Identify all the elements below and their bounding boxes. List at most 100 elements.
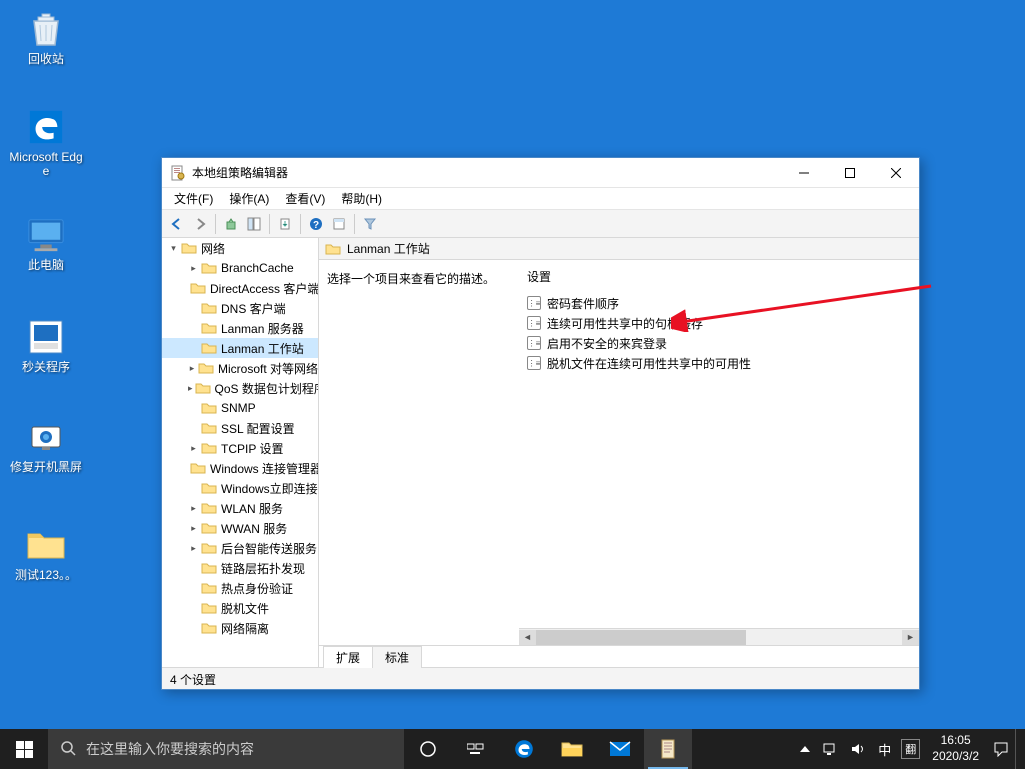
help-button[interactable]: ? [305,213,327,235]
folder-icon [201,601,217,615]
task-view-button[interactable] [452,729,500,769]
up-button[interactable] [220,213,242,235]
computer-icon [25,214,67,256]
tree-node-label: Windows 连接管理器 [210,460,319,477]
ime-mode[interactable]: 翻 [901,739,920,759]
taskbar-buttons [404,729,692,769]
desktop-icon-test-folder[interactable]: 测试123。。 [8,524,84,582]
setting-item[interactable]: ⋮≡启用不安全的来宾登录 [523,333,915,353]
expand-icon[interactable]: ▸ [188,543,199,554]
expand-icon[interactable]: ▸ [188,383,193,394]
desktop-icon-label: 此电脑 [8,258,84,272]
search-box[interactable]: 在这里输入你要搜索的内容 [48,729,404,769]
tree-node[interactable]: SSL 配置设置 [162,418,318,438]
taskbar-app-mail[interactable] [596,729,644,769]
tree-node[interactable]: ▸后台智能传送服务 [162,538,318,558]
tab-standard[interactable]: 标准 [372,646,422,668]
menu-action[interactable]: 操作(A) [221,188,277,209]
minimize-button[interactable] [781,158,827,187]
taskbar-app-gpedit[interactable] [644,729,692,769]
folder-icon [190,281,206,295]
folder-icon [201,421,217,435]
taskbar-app-explorer[interactable] [548,729,596,769]
setting-item[interactable]: ⋮≡密码套件顺序 [523,293,915,313]
tree-node[interactable]: ▸ Microsoft 对等网络 [162,358,318,378]
folder-icon [201,581,217,595]
tree-node[interactable]: DNS 客户端 [162,298,318,318]
desktop-icon-sec-shutdown[interactable]: 秒关程序 [8,316,84,374]
tray-overflow-button[interactable] [794,729,816,769]
expand-icon[interactable]: ▸ [188,363,196,374]
expand-icon[interactable]: ▸ [188,503,199,514]
close-button[interactable] [873,158,919,187]
action-center-icon[interactable] [987,729,1015,769]
scroll-right-arrow-icon[interactable]: ► [902,630,919,645]
start-button[interactable] [0,729,48,769]
show-desktop-button[interactable] [1015,729,1021,769]
desktop-icon-repair-boot[interactable]: 修复开机黑屏 [8,416,84,474]
network-icon[interactable] [816,729,844,769]
tree-node[interactable]: 链路层拓扑发现 [162,558,318,578]
folder-icon [201,301,217,315]
setting-item[interactable]: ⋮≡连续可用性共享中的句柄缓存 [523,313,915,333]
policy-icon: ⋮≡ [527,336,541,350]
clock[interactable]: 16:05 2020/3/2 [924,733,987,764]
tree-node[interactable]: 脱机文件 [162,598,318,618]
toolbar-separator [300,214,301,234]
tree-node[interactable]: Lanman 工作站 [162,338,318,358]
tab-expand[interactable]: 扩展 [323,646,373,668]
tree-node[interactable]: Windows立即连接 [162,478,318,498]
tree-node-label: BranchCache [221,261,294,275]
tree-node-root[interactable]: ▾网络 [162,238,318,258]
folder-icon [201,561,217,575]
svg-text:?: ? [313,220,319,231]
expand-icon[interactable]: ▸ [188,523,199,534]
export-button[interactable] [274,213,296,235]
tree-node[interactable]: DirectAccess 客户端 [162,278,318,298]
tree-node-label: WWAN 服务 [221,520,287,537]
tree-node[interactable]: ▸ TCPIP 设置 [162,438,318,458]
maximize-button[interactable] [827,158,873,187]
tree-panel: ▾网络▸BranchCacheDirectAccess 客户端DNS 客户端La… [162,238,319,667]
ime-language[interactable]: 中 [872,729,897,769]
desktop-icon-edge[interactable]: Microsoft Edge [8,106,84,179]
tree-node-label: 网络隔离 [221,620,269,637]
horizontal-scrollbar[interactable]: ◄ ► [519,628,919,645]
tree-node[interactable]: ▸WLAN 服务 [162,498,318,518]
menu-help[interactable]: 帮助(H) [333,188,390,209]
tree-node-label: 热点身份验证 [221,580,293,597]
titlebar[interactable]: 本地组策略编辑器 [162,158,919,188]
desktop-icon-this-pc[interactable]: 此电脑 [8,214,84,272]
tree-node[interactable]: ▸ WWAN 服务 [162,518,318,538]
collapse-icon[interactable]: ▾ [168,243,179,254]
tree-node[interactable]: SNMP [162,398,318,418]
tree-node[interactable]: 热点身份验证 [162,578,318,598]
back-button[interactable] [166,213,188,235]
tree-node-label: TCPIP 设置 [221,440,283,457]
settings-column-header[interactable]: 设置 [523,268,915,293]
cortana-button[interactable] [404,729,452,769]
scroll-left-arrow-icon[interactable]: ◄ [519,630,536,645]
properties-button[interactable] [328,213,350,235]
filter-button[interactable] [359,213,381,235]
expand-icon[interactable]: ▸ [188,263,199,274]
show-hide-tree-button[interactable] [243,213,265,235]
scroll-thumb[interactable] [536,630,746,645]
taskbar-app-edge[interactable] [500,729,548,769]
menu-view[interactable]: 查看(V) [277,188,333,209]
tree-node[interactable]: Windows 连接管理器 [162,458,318,478]
desktop-icon-recycle-bin[interactable]: 回收站 [8,8,84,66]
tree-node[interactable]: Lanman 服务器 [162,318,318,338]
tree-node-label: Microsoft 对等网络 [218,360,318,377]
expand-icon [188,343,199,354]
forward-button[interactable] [189,213,211,235]
tree-node[interactable]: ▸QoS 数据包计划程序 [162,378,318,398]
app-icon [25,416,67,458]
tree-node[interactable]: 网络隔离 [162,618,318,638]
folder-icon [201,521,217,535]
volume-icon[interactable] [844,729,872,769]
expand-icon[interactable]: ▸ [188,443,199,454]
tree-node[interactable]: ▸ BranchCache [162,258,318,278]
menu-file[interactable]: 文件(F) [166,188,221,209]
setting-item[interactable]: ⋮≡脱机文件在连续可用性共享中的可用性 [523,353,915,373]
